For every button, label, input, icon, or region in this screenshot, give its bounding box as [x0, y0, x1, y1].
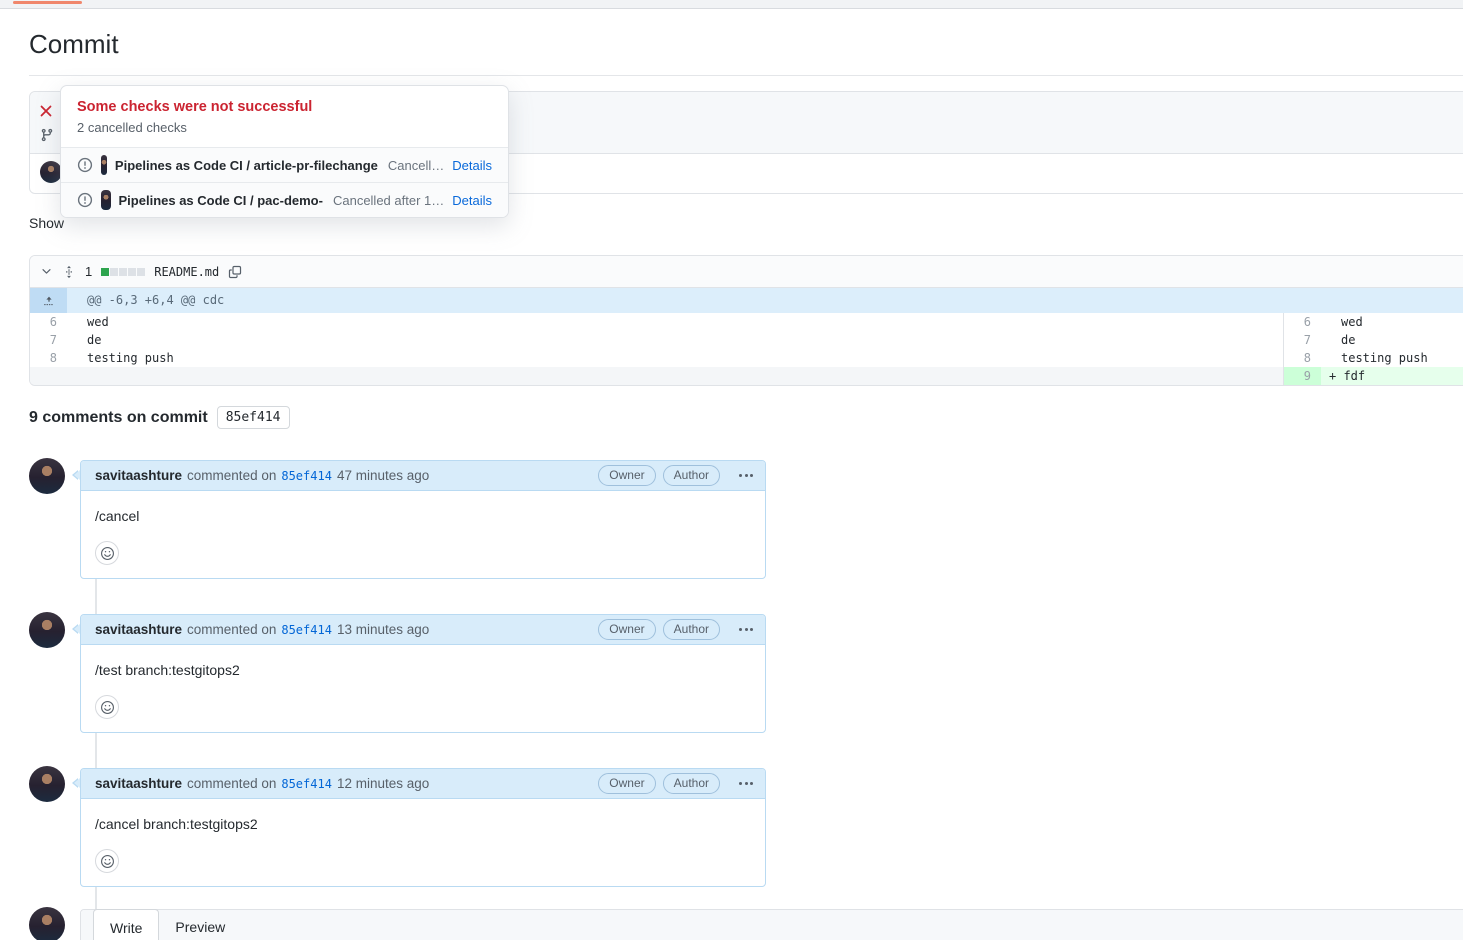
- checks-popup-title: Some checks were not successful: [77, 99, 492, 115]
- comment-body: /cancel: [81, 491, 765, 578]
- check-app-avatar: [101, 155, 107, 175]
- check-app-avatar: [101, 190, 111, 210]
- current-user-avatar: [29, 907, 65, 940]
- collapse-diff-chevron-icon[interactable]: [40, 265, 53, 278]
- add-reaction-smiley-icon[interactable]: [95, 849, 119, 873]
- comment-action-text: commented on: [187, 468, 276, 483]
- author-badge: Author: [663, 619, 720, 640]
- comment-timeline: savitaashture commented on 85ef414 47 mi…: [29, 460, 1463, 940]
- comment-form-tabs: Write Preview: [81, 910, 1463, 940]
- add-reaction-smiley-icon[interactable]: [95, 695, 119, 719]
- owner-badge: Owner: [598, 619, 655, 640]
- check-details-link[interactable]: Details: [452, 158, 492, 173]
- diff-line[interactable]: 6 wed 6 wed: [30, 313, 1463, 331]
- check-row: Pipelines as Code CI / article-pr-filech…: [61, 147, 508, 182]
- comment-author-avatar[interactable]: [29, 612, 65, 648]
- check-details-link[interactable]: Details: [452, 193, 492, 208]
- comment-kebab-icon[interactable]: [737, 470, 755, 481]
- comment-timestamp: 47 minutes ago: [337, 468, 429, 483]
- comment-text: /cancel branch:testgitops2: [95, 816, 751, 832]
- add-reaction-smiley-icon[interactable]: [95, 541, 119, 565]
- comment: savitaashture commented on 85ef414 47 mi…: [80, 460, 766, 579]
- comment-header: savitaashture commented on 85ef414 47 mi…: [81, 461, 765, 491]
- tab-preview[interactable]: Preview: [159, 910, 241, 940]
- tab-accent-bar: [13, 1, 82, 4]
- browser-top-strip: [0, 0, 1463, 9]
- comment-body: /test branch:testgitops2: [81, 645, 765, 732]
- comment-timestamp: 13 minutes ago: [337, 622, 429, 637]
- tab-write[interactable]: Write: [93, 909, 159, 940]
- commit-author-avatar[interactable]: [40, 161, 62, 183]
- comment-author-link[interactable]: savitaashture: [95, 776, 182, 791]
- comment-text: /cancel: [95, 508, 751, 524]
- diff-file-box: 1 README.md @@ -6,3 +6,4 @@ cdc 6 wed 6 …: [29, 255, 1463, 386]
- checks-popup-header: Some checks were not successful 2 cancel…: [61, 86, 508, 147]
- diff-line[interactable]: 7 de 7 de: [30, 331, 1463, 349]
- changed-lines-count: 1: [85, 264, 92, 279]
- owner-badge: Owner: [598, 773, 655, 794]
- comment-kebab-icon[interactable]: [737, 778, 755, 789]
- git-branch-icon: [40, 128, 54, 142]
- cancelled-circle-icon: [77, 192, 93, 208]
- comment-sha-link[interactable]: 85ef414: [281, 623, 332, 637]
- check-name: Pipelines as Code CI / article-pr-filech…: [115, 158, 378, 173]
- new-comment-form: Write Preview Leave a comment: [80, 909, 1463, 940]
- comment-author-avatar[interactable]: [29, 458, 65, 494]
- comment-author-link[interactable]: savitaashture: [95, 468, 182, 483]
- comment-kebab-icon[interactable]: [737, 624, 755, 635]
- comment: savitaashture commented on 85ef414 12 mi…: [80, 768, 766, 887]
- check-row: Pipelines as Code CI / pac-demo- Cancell…: [61, 182, 508, 217]
- diff-file-header: 1 README.md: [30, 256, 1463, 288]
- checks-popup-subtitle: 2 cancelled checks: [77, 120, 492, 135]
- drag-move-icon[interactable]: [62, 265, 76, 279]
- comment-sha-link[interactable]: 85ef414: [281, 777, 332, 791]
- author-badge: Author: [663, 465, 720, 486]
- check-name: Pipelines as Code CI / pac-demo-: [119, 193, 323, 208]
- comment-header: savitaashture commented on 85ef414 13 mi…: [81, 615, 765, 645]
- divider: [29, 75, 1463, 76]
- copy-path-icon[interactable]: [228, 265, 242, 279]
- comment-action-text: commented on: [187, 622, 276, 637]
- comment-sha-link[interactable]: 85ef414: [281, 469, 332, 483]
- comment-text: /test branch:testgitops2: [95, 662, 751, 678]
- comment-action-text: commented on: [187, 776, 276, 791]
- diff-filename-link[interactable]: README.md: [154, 265, 219, 279]
- comment: savitaashture commented on 85ef414 13 mi…: [80, 614, 766, 733]
- comment-author-avatar[interactable]: [29, 766, 65, 802]
- comment-header: savitaashture commented on 85ef414 12 mi…: [81, 769, 765, 799]
- comments-heading: 9 comments on commit 85ef414: [29, 406, 1463, 429]
- comment-body: /cancel branch:testgitops2: [81, 799, 765, 886]
- hunk-header: @@ -6,3 +6,4 @@ cdc: [67, 288, 1463, 313]
- checks-status-popup: Some checks were not successful 2 cancel…: [60, 85, 509, 218]
- cancelled-circle-icon: [77, 157, 93, 173]
- diff-line[interactable]: 8 testing push 8 testing push: [30, 349, 1463, 367]
- failed-status-x-icon: [40, 105, 52, 117]
- diff-table: @@ -6,3 +6,4 @@ cdc 6 wed 6 wed 7 de 7 d…: [30, 288, 1463, 385]
- diff-line-added[interactable]: 9 + fdf: [30, 367, 1463, 385]
- comments-heading-text: 9 comments on commit: [29, 409, 208, 427]
- comment-timestamp: 12 minutes ago: [337, 776, 429, 791]
- check-status: Cancell…: [388, 158, 444, 173]
- expand-hunk-button[interactable]: [30, 288, 67, 313]
- owner-badge: Owner: [598, 465, 655, 486]
- author-badge: Author: [663, 773, 720, 794]
- comment-author-link[interactable]: savitaashture: [95, 622, 182, 637]
- diffstat-blocks: [101, 268, 145, 276]
- page-title: Commit: [29, 29, 1463, 60]
- commit-sha-chip: 85ef414: [217, 406, 290, 429]
- check-status: Cancelled after 1…: [333, 193, 444, 208]
